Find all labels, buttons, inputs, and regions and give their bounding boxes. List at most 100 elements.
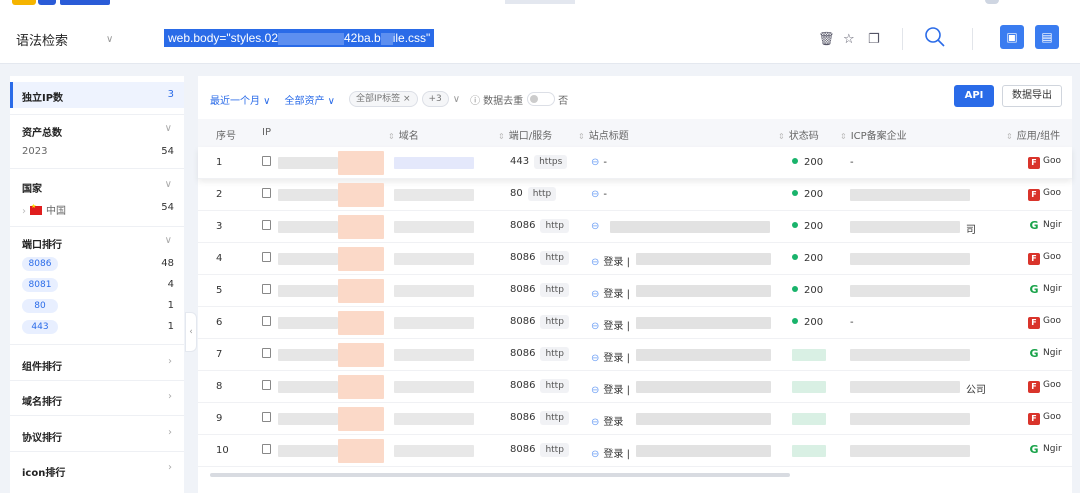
ip-tag-more[interactable]: +3 <box>421 91 449 107</box>
app-component[interactable]: F Goo <box>1028 316 1072 332</box>
dedup-toggle[interactable] <box>527 92 556 106</box>
sidebar-group-domains[interactable]: 域名排行 <box>22 393 62 408</box>
port-service[interactable]: 8086 http <box>510 251 569 265</box>
ip-tag-chip[interactable]: 全部IP标签 × <box>349 91 418 107</box>
export-query-button[interactable]: ▤ <box>1035 25 1059 49</box>
sidebar-group-country[interactable]: 国家 <box>22 180 42 195</box>
sidebar-group-icons[interactable]: icon排行 <box>22 464 65 479</box>
port-service[interactable]: 8086 http <box>510 347 569 361</box>
port-service[interactable]: 8086 http <box>510 443 569 457</box>
sidebar-group-assets[interactable]: 资产总数 <box>22 124 62 139</box>
table-row[interactable]: 5 8086 http ⊖ 登录 | 200 G Ngir <box>198 275 1072 307</box>
horizontal-scrollbar[interactable] <box>210 473 790 477</box>
ip-copy-icon[interactable] <box>262 284 271 294</box>
col-header-app[interactable]: ⇕ 应用/组件 <box>1006 127 1060 142</box>
col-header-status[interactable]: ⇕ 状态码 <box>778 127 819 142</box>
site-title[interactable]: ⊖ 登录 <box>591 413 623 428</box>
app-component[interactable]: F Goo <box>1028 412 1072 428</box>
table-row[interactable]: 8 8086 http ⊖ 登录 | 公司 F Goo <box>198 371 1072 403</box>
port-tag[interactable]: 8086 <box>22 257 58 271</box>
col-header-ip[interactable]: IP <box>262 127 271 138</box>
site-title[interactable]: ⊖ 登录 | <box>591 381 630 396</box>
col-header-title[interactable]: ⇕ 站点标题 <box>578 127 629 142</box>
app-component[interactable]: F Goo <box>1028 252 1072 268</box>
ip-copy-icon[interactable] <box>262 156 271 166</box>
col-header-port[interactable]: ⇕ 端口/服务 <box>498 127 552 142</box>
ip-copy-icon[interactable] <box>262 220 271 230</box>
table-row[interactable]: 2 80 http ⊖ - 200 F Goo <box>198 179 1072 211</box>
chevron-right-icon[interactable]: › <box>168 462 172 473</box>
star-icon[interactable]: ☆ <box>843 32 855 47</box>
status-code: 200 <box>792 221 823 232</box>
save-query-button[interactable]: ▣ <box>1000 25 1024 49</box>
search-mode-select[interactable]: 语法检索 ∨ <box>16 30 113 49</box>
ip-copy-icon[interactable] <box>262 252 271 262</box>
port-service[interactable]: 8086 http <box>510 219 569 233</box>
chevron-down-icon[interactable]: ∨ <box>165 179 172 190</box>
ip-copy-icon[interactable] <box>262 444 271 454</box>
site-title[interactable]: ⊖ 登录 | <box>591 349 630 364</box>
col-header-icp[interactable]: ⇕ ICP备案企业 <box>840 127 907 142</box>
chevron-right-icon[interactable]: › <box>168 356 172 367</box>
site-title[interactable]: ⊖ - <box>591 189 607 200</box>
redacted-ip <box>278 445 338 457</box>
trash-icon[interactable]: 🗑 <box>818 32 835 47</box>
port-tag[interactable]: 443 <box>22 320 58 334</box>
ip-copy-icon[interactable] <box>262 412 271 422</box>
search-query-input[interactable]: web.body="styles.02 42ba.b ile.css" <box>164 29 435 47</box>
api-button[interactable]: API <box>954 85 994 107</box>
link-icon: ⊖ <box>591 449 600 460</box>
port-tag[interactable]: 8081 <box>22 278 58 292</box>
port-service[interactable]: 80 http <box>510 187 557 201</box>
app-component[interactable]: G Ngir <box>1028 284 1072 300</box>
chevron-down-icon[interactable]: ∨ <box>165 235 172 246</box>
app-component[interactable]: F Goo <box>1028 188 1072 204</box>
sidebar-group-ports[interactable]: 端口排行 <box>22 236 62 251</box>
redacted-icp <box>850 381 960 393</box>
table-row[interactable]: 3 8086 http ⊖ 200 司 G Ngir <box>198 211 1072 243</box>
port-service[interactable]: 8086 http <box>510 315 569 329</box>
copy-icon[interactable]: ❐ <box>868 32 880 47</box>
sidebar-collapse-handle[interactable]: ‹ <box>185 312 197 352</box>
sidebar-group-components[interactable]: 组件排行 <box>22 358 62 373</box>
app-component[interactable]: G Ngir <box>1028 348 1072 364</box>
table-row[interactable]: 4 8086 http ⊖ 登录 | 200 F Goo <box>198 243 1072 275</box>
ip-copy-icon[interactable] <box>262 188 271 198</box>
app-component[interactable]: F Goo <box>1028 156 1072 172</box>
logo[interactable] <box>12 0 122 6</box>
port-value: 8086 <box>510 380 536 391</box>
sidebar-group-protocols[interactable]: 协议排行 <box>22 429 62 444</box>
country-item-china[interactable]: ›中国 <box>22 202 66 217</box>
app-component[interactable]: G Ngir <box>1028 220 1072 236</box>
ip-copy-icon[interactable] <box>262 316 271 326</box>
col-header-domain[interactable]: ⇕ 域名 <box>388 127 419 142</box>
ip-copy-icon[interactable] <box>262 380 271 390</box>
ip-copy-icon[interactable] <box>262 348 271 358</box>
site-title[interactable]: ⊖ 登录 | <box>591 285 630 300</box>
asset-type-select[interactable]: 全部资产 ∨ <box>285 92 336 107</box>
app-component[interactable]: G Ngir <box>1028 444 1072 460</box>
chevron-right-icon[interactable]: › <box>168 427 172 438</box>
site-title[interactable]: ⊖ 登录 | <box>591 445 630 460</box>
port-tag[interactable]: 80 <box>22 299 58 313</box>
site-title[interactable]: ⊖ 登录 | <box>591 253 630 268</box>
table-row[interactable]: 10 8086 http ⊖ 登录 | G Ngir <box>198 435 1072 467</box>
table-row[interactable]: 9 8086 http ⊖ 登录 F Goo <box>198 403 1072 435</box>
port-service[interactable]: 8086 http <box>510 379 569 393</box>
chevron-down-icon[interactable]: ∨ <box>453 94 460 105</box>
chevron-down-icon[interactable]: ∨ <box>165 123 172 134</box>
site-title[interactable]: ⊖ <box>591 221 603 232</box>
table-row[interactable]: 6 8086 http ⊖ 登录 | 200 - F Goo <box>198 307 1072 339</box>
port-service[interactable]: 8086 http <box>510 411 569 425</box>
time-range-select[interactable]: 最近一个月 ∨ <box>210 92 271 107</box>
search-icon[interactable] <box>924 26 946 48</box>
app-component[interactable]: F Goo <box>1028 380 1072 396</box>
port-service[interactable]: 443 https <box>510 155 568 169</box>
table-row[interactable]: 1 443 https ⊖ -200- F Goo <box>198 147 1072 179</box>
site-title[interactable]: ⊖ - <box>591 157 607 168</box>
site-title[interactable]: ⊖ 登录 | <box>591 317 630 332</box>
export-data-button[interactable]: 数据导出 <box>1002 85 1062 107</box>
port-service[interactable]: 8086 http <box>510 283 569 297</box>
chevron-right-icon[interactable]: › <box>168 391 172 402</box>
table-row[interactable]: 7 8086 http ⊖ 登录 | G Ngir <box>198 339 1072 371</box>
